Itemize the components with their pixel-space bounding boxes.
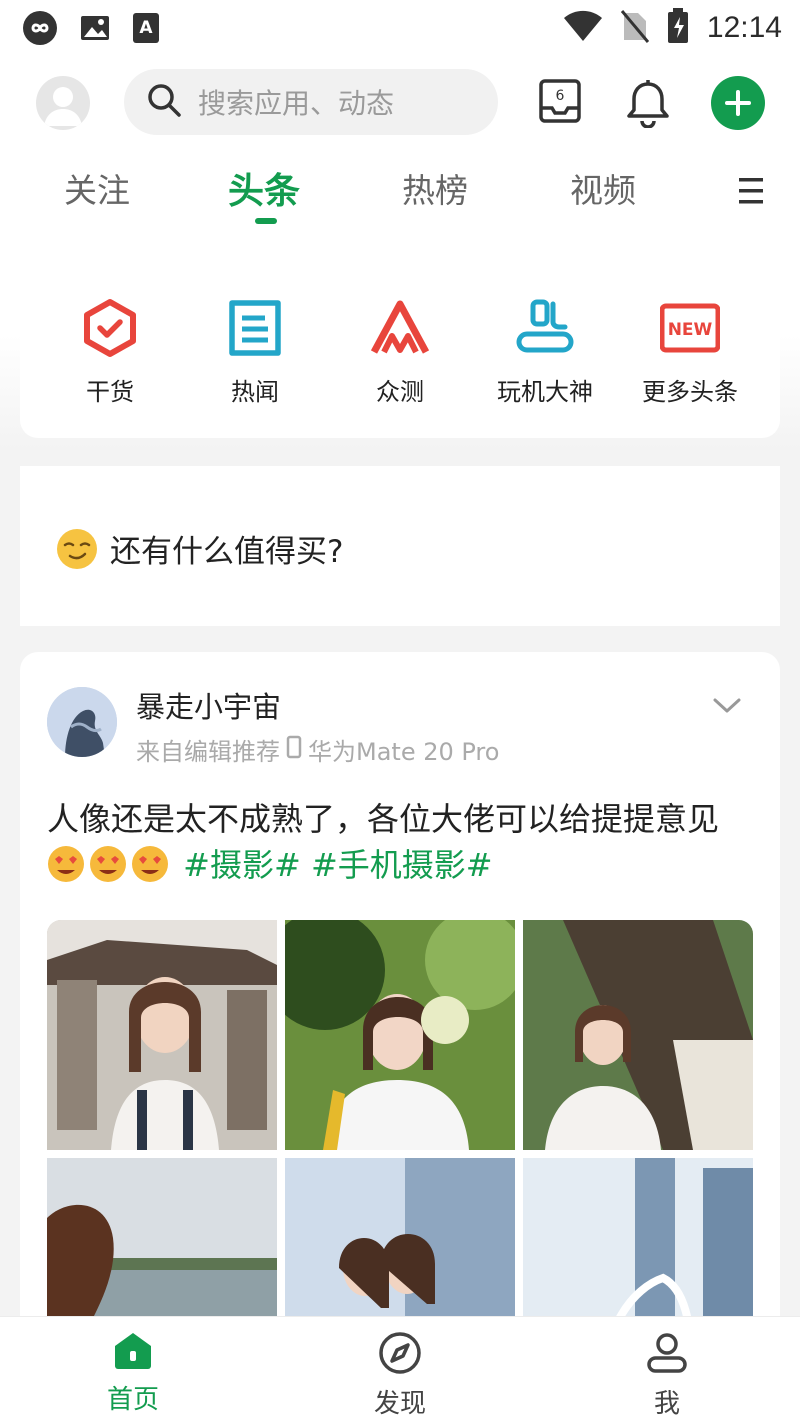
avatar-icon <box>44 87 82 126</box>
quick-link-label: 更多头条 <box>642 378 738 406</box>
new-badge-icon: NEW <box>659 298 721 358</box>
quick-link-label: 干货 <box>86 378 134 406</box>
inbox-button[interactable]: 6 <box>538 78 582 130</box>
tab-follow[interactable]: 关注 <box>64 164 130 212</box>
author-avatar[interactable] <box>47 687 117 757</box>
nav-home[interactable]: 首页 <box>73 1331 193 1416</box>
search-placeholder: 搜索应用、动态 <box>198 87 395 120</box>
search-input[interactable]: 搜索应用、动态 <box>124 69 498 135</box>
top-header: 搜索应用、动态 6 <box>0 56 800 152</box>
nav-label: 发现 <box>373 1389 426 1419</box>
bottom-nav: 首页 发现 我 <box>0 1316 800 1422</box>
quick-links-card: 干货 热闻 众测 玩机大神 NEW 更多头条 <box>20 270 780 438</box>
quick-link-hot-news[interactable]: 热闻 <box>185 298 325 407</box>
post-meta: 来自编辑推荐 华为Mate 20 Pro <box>136 732 499 767</box>
home-icon <box>115 1333 151 1369</box>
nav-label: 首页 <box>106 1385 159 1415</box>
triangle-mark-icon <box>370 298 430 358</box>
tab-headlines[interactable]: 头条 <box>228 162 300 214</box>
author-name[interactable]: 暴走小宇宙 <box>136 684 281 726</box>
wifi-icon <box>563 10 603 46</box>
no-sim-icon <box>620 9 650 47</box>
post-photo[interactable] <box>285 920 515 1150</box>
quick-link-dry-goods[interactable]: 干货 <box>40 298 180 407</box>
avatar[interactable] <box>36 76 90 130</box>
post-device: 华为Mate 20 Pro <box>308 738 500 766</box>
post-body: 人像还是太不成熟了，各位大佬可以给提提意见 #摄影# #手机摄影# <box>47 796 747 888</box>
quick-link-label: 玩机大神 <box>497 378 593 406</box>
quick-link-label: 众测 <box>376 378 424 406</box>
notification-button[interactable] <box>626 78 670 132</box>
post-tag[interactable]: #摄影# <box>183 846 301 884</box>
buy-prompt-card[interactable]: 还有什么值得买? <box>20 466 780 626</box>
inbox-badge: 6 <box>556 88 565 104</box>
nav-label: 我 <box>653 1389 680 1419</box>
tab-video[interactable]: 视频 <box>570 164 636 212</box>
post-photo[interactable] <box>47 920 277 1150</box>
status-bar: A 12:14 <box>0 0 800 56</box>
add-button[interactable] <box>711 76 765 130</box>
heart-eyes-emoji-icon <box>89 845 127 883</box>
active-tab-indicator <box>255 218 277 224</box>
quick-link-more-headlines[interactable]: NEW 更多头条 <box>620 298 760 407</box>
top-tabs: 关注 头条 热榜 视频 <box>0 152 800 240</box>
post-text: 人像还是太不成熟了，各位大佬可以给提提意见 <box>47 800 720 838</box>
hexagon-check-icon <box>80 298 140 358</box>
clock: 12:14 <box>706 11 782 44</box>
heart-eyes-emoji-icon <box>131 845 169 883</box>
quick-link-phone-masters[interactable]: 玩机大神 <box>475 298 615 407</box>
add-icon <box>725 90 751 116</box>
chevron-down-icon[interactable] <box>712 696 742 720</box>
post-photo[interactable] <box>523 920 753 1150</box>
menu-icon[interactable] <box>739 176 763 210</box>
compass-icon <box>379 1332 421 1374</box>
gallery-icon <box>80 13 110 47</box>
person-icon <box>647 1333 687 1373</box>
post-tag[interactable]: #手机摄影# <box>311 846 493 884</box>
phone-user-icon <box>515 298 575 358</box>
post-card[interactable]: 暴走小宇宙 来自编辑推荐 华为Mate 20 Pro 人像还是太不成熟了，各位大… <box>20 652 780 1352</box>
battery-charging-icon <box>667 8 689 48</box>
post-source: 来自编辑推荐 <box>136 738 280 766</box>
svg-text:A: A <box>139 18 153 38</box>
nav-discover[interactable]: 发现 <box>340 1331 460 1420</box>
inbox-icon: 6 <box>539 79 581 123</box>
quick-link-label: 热闻 <box>231 378 279 406</box>
nav-me[interactable]: 我 <box>607 1331 727 1420</box>
document-icon <box>225 298 285 358</box>
buy-prompt-text: 还有什么值得买? <box>110 534 344 570</box>
tab-hot-list[interactable]: 热榜 <box>402 164 468 212</box>
search-icon <box>146 82 182 122</box>
font-a-icon: A <box>132 12 160 48</box>
phone-icon <box>286 735 302 765</box>
heart-eyes-emoji-icon <box>47 845 85 883</box>
bell-icon <box>627 80 669 129</box>
infinity-icon <box>22 10 58 50</box>
quick-link-crowd-test[interactable]: 众测 <box>330 298 470 407</box>
svg-text:NEW: NEW <box>668 320 713 340</box>
smirk-emoji-icon <box>56 528 98 570</box>
